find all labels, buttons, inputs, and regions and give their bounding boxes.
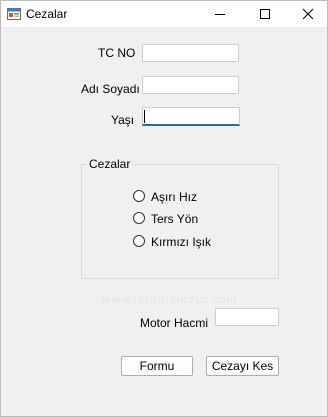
cezalar-group-caption: Cezalar [87, 157, 133, 171]
motor-hacmi-label: Motor Hacmi [140, 316, 209, 330]
radio-circle[interactable] [133, 212, 145, 224]
radio-circle[interactable] [133, 190, 145, 202]
watermark: www.ibrahimkaya.com [101, 293, 238, 306]
close-icon [302, 8, 314, 20]
adi-soyadi-label: Adı Soyadı [81, 82, 140, 96]
radio-label: Aşırı Hız [151, 190, 198, 204]
maximize-icon [260, 9, 270, 19]
maximize-button[interactable] [242, 1, 288, 27]
form-app-icon [7, 7, 21, 21]
radio-label: Kırmızı Işık [151, 235, 211, 249]
formu-button[interactable]: Formu [121, 356, 193, 376]
close-button[interactable] [285, 1, 328, 27]
minimize-button[interactable] [197, 1, 243, 27]
motor-hacmi-field[interactable] [215, 308, 279, 326]
yasi-label: Yaşı [111, 113, 135, 127]
title-bar[interactable]: Cezalar [1, 1, 327, 27]
window-title: Cezalar [26, 7, 68, 21]
tc-no-label: TC NO [98, 46, 136, 60]
app-window: Cezalar TC NO Adı Soyadı Yaşı Cezalar Aş… [0, 0, 328, 417]
radio-label: Ters Yön [151, 212, 199, 226]
yasi-field[interactable] [142, 107, 240, 126]
cezayi-kes-button[interactable]: Cezayı Kes [206, 356, 279, 376]
tc-no-field[interactable] [142, 44, 239, 62]
adi-soyadi-field[interactable] [142, 76, 239, 94]
text-caret [144, 110, 145, 123]
radio-circle[interactable] [133, 235, 145, 247]
minimize-icon [215, 14, 225, 15]
